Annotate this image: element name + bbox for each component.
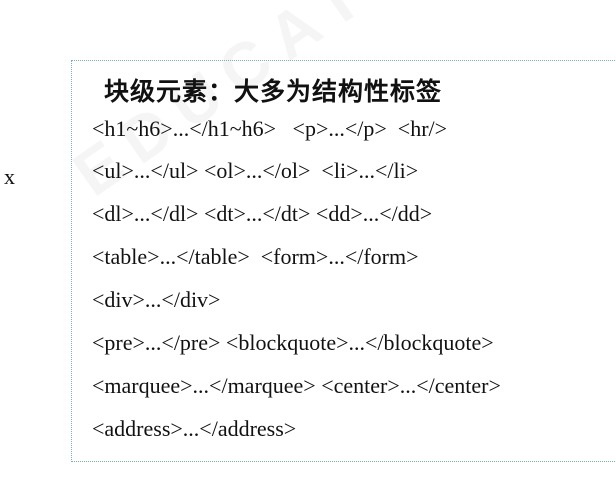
code-line-5: <div>...</div>: [92, 287, 221, 312]
slide-title: 块级元素：大多为结构性标签: [104, 77, 443, 106]
code-line-2: <ul>...</ul> <ol>...</ol> <li>...</li>: [92, 158, 419, 183]
edge-text-fragment: x: [4, 164, 15, 189]
code-line-3: <dl>...</dl> <dt>...</dt> <dd>...</dd>: [92, 201, 433, 226]
code-line-4: <table>...</table> <form>...</form>: [92, 244, 419, 269]
code-line-1: <h1~h6>...</h1~h6> <p>...</p> <hr/>: [92, 116, 448, 141]
code-line-8: <address>...</address>: [92, 416, 297, 441]
code-line-7: <marquee>...</marquee> <center>...</cent…: [92, 373, 501, 398]
slide-page: EDUCATION x 块级元素：大多为结构性标签 <h1~h6>...</h1…: [0, 0, 616, 484]
code-line-6: <pre>...</pre> <blockquote>...</blockquo…: [92, 330, 494, 355]
